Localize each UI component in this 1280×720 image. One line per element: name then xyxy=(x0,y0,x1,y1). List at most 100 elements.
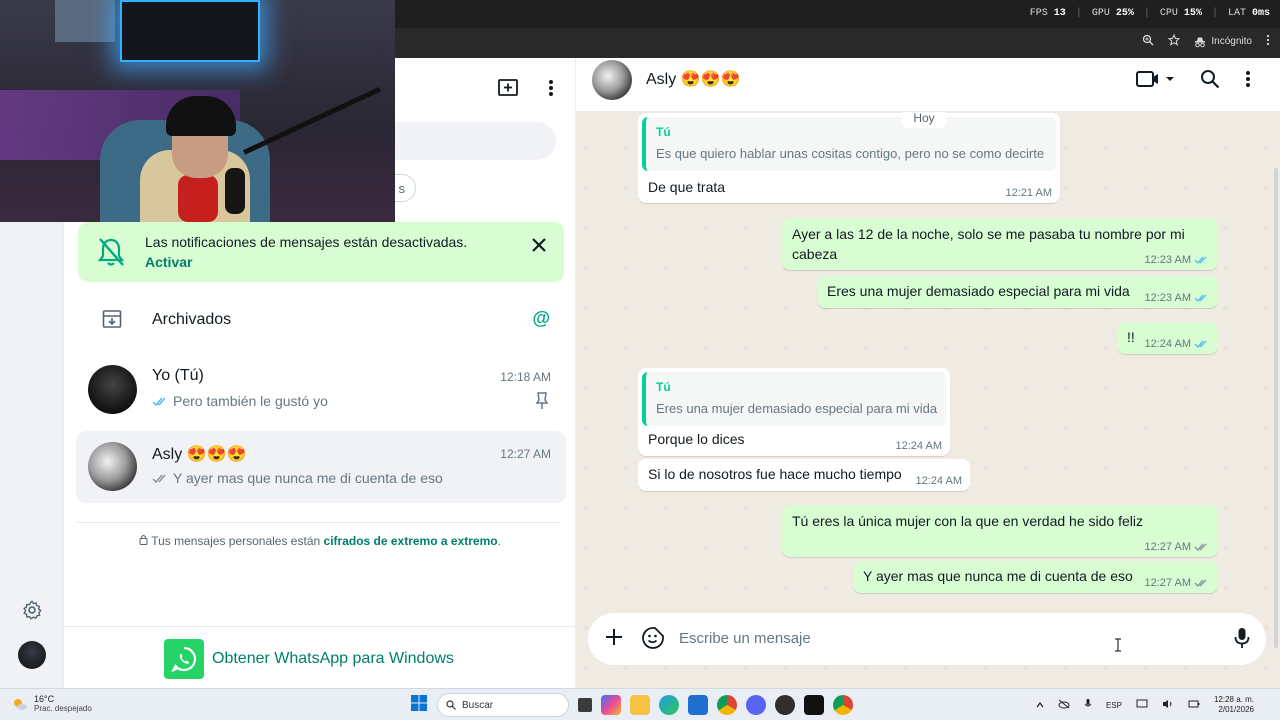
encryption-notice: Tus mensajes personales están cifrados d… xyxy=(64,534,576,548)
archived-row[interactable]: Archivados @ xyxy=(64,298,576,342)
scrollbar[interactable] xyxy=(1274,168,1278,648)
chrome-profile-icon[interactable] xyxy=(833,695,853,715)
double-check-icon xyxy=(152,397,166,406)
task-view-icon[interactable] xyxy=(578,698,592,712)
message-bubble[interactable]: Tú Eres una mujer demasiado especial par… xyxy=(638,368,950,456)
chat-name: Yo (Tú) xyxy=(152,367,204,384)
chat-time: 12:27 AM xyxy=(500,447,551,461)
contact-name[interactable]: Asly 😍😍😍 xyxy=(646,69,740,89)
weather-desc: Prac. despejado xyxy=(34,704,92,713)
settings-icon[interactable] xyxy=(18,596,46,624)
bell-off-icon xyxy=(96,236,126,273)
chat-row-yo[interactable]: Yo (Tú) 12:18 AM Pero también le gustó y… xyxy=(76,354,566,426)
new-chat-icon[interactable] xyxy=(497,78,519,103)
encryption-link[interactable]: cifrados de extremo a extremo xyxy=(324,534,498,548)
chat-row-asly[interactable]: Asly 😍😍😍 12:27 AM Y ayer mas que nunca m… xyxy=(76,431,566,503)
close-icon[interactable] xyxy=(532,238,546,257)
incognito-indicator[interactable]: Incógnito xyxy=(1194,36,1252,48)
store-icon[interactable] xyxy=(688,695,708,715)
message-bubble[interactable]: Y ayer mas que nunca me di cuenta de eso… xyxy=(853,561,1218,593)
archived-label: Archivados xyxy=(152,311,232,328)
message-bubble[interactable]: Si lo de nosotros fue hace mucho tiempo … xyxy=(638,459,970,491)
chat-name: Asly 😍😍😍 xyxy=(152,446,247,463)
chat-preview: Y ayer mas que nunca me di cuenta de eso xyxy=(152,470,443,486)
weather-temp: 16°C xyxy=(34,694,55,704)
language-indicator[interactable]: ESP xyxy=(1106,701,1122,710)
contact-avatar[interactable] xyxy=(592,60,632,100)
get-app-button[interactable]: Obtener WhatsApp para Windows xyxy=(164,639,454,679)
chrome-icon[interactable] xyxy=(717,695,737,715)
quoted-message[interactable]: Tú Es que quiero hablar unas cositas con… xyxy=(642,117,1056,171)
tiktok-icon[interactable] xyxy=(804,695,824,715)
incognito-label: Incógnito xyxy=(1211,36,1252,47)
text-cursor-icon xyxy=(1115,638,1121,652)
microphone-tray-icon[interactable] xyxy=(1084,698,1092,712)
cpu-stat: CPU 15% xyxy=(1159,8,1202,19)
browser-menu-icon[interactable] xyxy=(1266,34,1270,49)
get-app-bar: Obtener WhatsApp para Windows xyxy=(64,626,576,688)
message-composer: Escribe un mensaje xyxy=(588,613,1266,665)
gpu-stat: GPU 25% xyxy=(1091,8,1134,19)
conversation-header[interactable]: Asly 😍😍😍 xyxy=(576,58,1280,112)
network-icon[interactable] xyxy=(1136,699,1148,711)
double-check-icon xyxy=(1194,579,1207,588)
obs-icon[interactable] xyxy=(775,695,795,715)
webcam-overlay xyxy=(0,0,395,222)
message-bubble[interactable]: Ayer a las 12 de la noche, solo se me pa… xyxy=(782,218,1218,270)
message-bubble[interactable]: !! 12:24 AM xyxy=(1117,322,1218,354)
lat-stat: LAT 0ms xyxy=(1227,8,1270,19)
sun-cloud-icon xyxy=(14,698,27,710)
profile-avatar[interactable] xyxy=(18,641,46,669)
notif-text: Las notificaciones de mensajes están des… xyxy=(145,234,468,250)
edge-icon[interactable] xyxy=(659,695,679,715)
clock[interactable]: 12:28 a. m. 2/01/2026 xyxy=(1214,695,1254,715)
fps-stat: FPS 13 xyxy=(1029,8,1066,19)
chat-preview: Pero también le gustó yo xyxy=(152,393,328,409)
discord-icon[interactable] xyxy=(746,695,766,715)
search-icon xyxy=(446,700,456,710)
message-bubble[interactable]: Eres una mujer demasiado especial para m… xyxy=(817,276,1218,308)
video-call-icon[interactable] xyxy=(1136,70,1174,93)
double-check-icon xyxy=(1194,340,1207,349)
cloud-off-icon[interactable] xyxy=(1058,699,1070,711)
screen: FPS 13 | GPU 25% | CPU 15% | LAT 0ms Inc… xyxy=(0,0,1280,720)
avatar xyxy=(88,442,137,491)
double-check-icon xyxy=(1194,256,1207,265)
chat-time: 12:18 AM xyxy=(500,370,551,384)
performance-overlay: FPS 13 | GPU 25% | CPU 15% | LAT 0ms xyxy=(1029,8,1270,19)
taskbar: 16°C Prac. despejado Buscar ESP 12:28 a.… xyxy=(0,688,1280,720)
quoted-message[interactable]: Tú Eres una mujer demasiado especial par… xyxy=(642,372,946,426)
sticker-icon[interactable] xyxy=(642,627,664,654)
attach-plus-icon[interactable] xyxy=(604,627,624,652)
mention-icon: @ xyxy=(532,308,550,328)
file-explorer-icon[interactable] xyxy=(630,695,650,715)
copilot-icon[interactable] xyxy=(601,695,621,715)
zoom-icon[interactable] xyxy=(1142,34,1154,49)
message-bubble[interactable]: Tú Es que quiero hablar unas cositas con… xyxy=(638,113,1060,203)
menu-icon[interactable] xyxy=(1246,70,1250,93)
weather-widget[interactable]: 16°C Prac. despejado xyxy=(12,694,92,713)
system-tray: ESP 12:28 a. m. 2/01/2026 xyxy=(1036,695,1254,715)
battery-icon[interactable] xyxy=(1188,699,1200,711)
volume-icon[interactable] xyxy=(1162,699,1174,711)
double-check-icon xyxy=(1194,543,1207,552)
double-check-icon xyxy=(1194,294,1207,303)
incognito-icon xyxy=(1195,37,1206,47)
notif-activate-link[interactable]: Activar xyxy=(145,254,192,270)
conversation-panel: Tú Es que quiero hablar unas cositas con… xyxy=(576,58,1280,688)
message-input[interactable]: Escribe un mensaje xyxy=(679,630,811,647)
double-check-icon xyxy=(152,474,166,483)
windows-start-icon[interactable] xyxy=(410,694,428,717)
list-menu-icon[interactable] xyxy=(549,79,553,102)
navigation-rail xyxy=(0,222,64,688)
archive-icon xyxy=(102,309,122,334)
microphone-icon[interactable] xyxy=(1234,627,1250,654)
lock-icon xyxy=(139,534,151,548)
get-app-label: Obtener WhatsApp para Windows xyxy=(212,650,454,667)
bookmark-star-icon[interactable] xyxy=(1168,33,1181,49)
avatar xyxy=(88,365,137,414)
message-bubble[interactable]: Tú eres la única mujer con la que en ver… xyxy=(782,505,1218,557)
chevron-up-icon[interactable] xyxy=(1036,701,1044,710)
search-icon[interactable] xyxy=(1200,69,1220,94)
taskbar-search[interactable]: Buscar xyxy=(437,693,569,717)
